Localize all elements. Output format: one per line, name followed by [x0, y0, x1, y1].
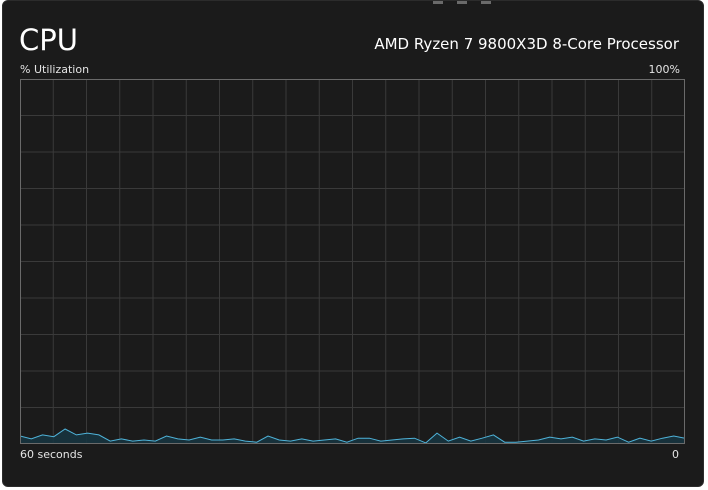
processor-name: AMD Ryzen 7 9800X3D 8-Core Processor: [374, 35, 679, 53]
top-fragment: [433, 1, 443, 4]
x-axis-right-label: 0: [672, 448, 679, 461]
panel-title: CPU: [19, 23, 78, 57]
x-axis-left-label: 60 seconds: [20, 448, 83, 461]
cpu-utilization-graph: [20, 79, 685, 444]
graph-grid: [20, 79, 685, 444]
cpu-performance-panel: CPU AMD Ryzen 7 9800X3D 8-Core Processor…: [2, 0, 704, 487]
top-fragment: [457, 1, 467, 4]
y-axis-max-label: 100%: [648, 63, 680, 76]
y-axis-label: % Utilization: [20, 63, 90, 76]
top-edge-fragments: [433, 1, 491, 4]
top-fragment: [481, 1, 491, 4]
